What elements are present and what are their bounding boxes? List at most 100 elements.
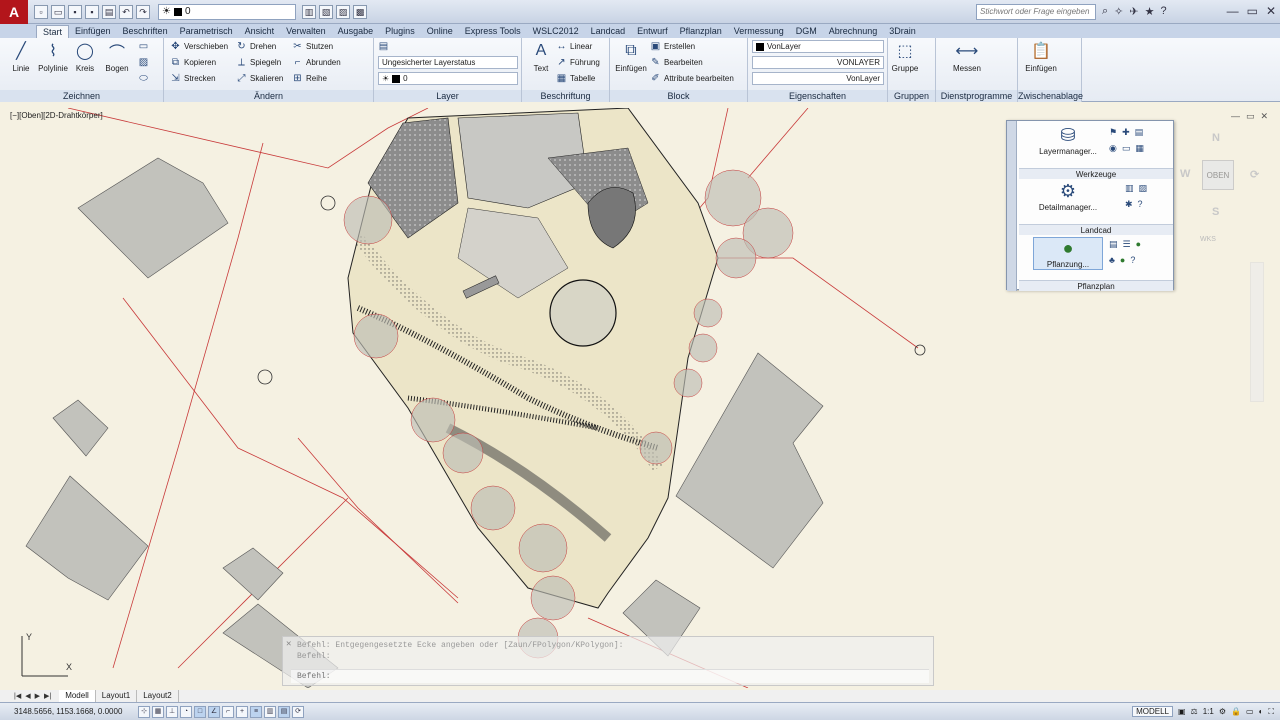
tool-icon[interactable]: ✚	[1122, 127, 1130, 138]
transparency-icon[interactable]: ▥	[264, 705, 276, 718]
tab-modell[interactable]: Modell	[59, 690, 96, 702]
command-input[interactable]: Befehl:	[291, 669, 929, 683]
tool-bearbeiten[interactable]: ✎ Bearbeiten	[650, 56, 702, 70]
viewcube-north[interactable]: N	[1212, 132, 1220, 144]
ribbon-tab[interactable]: Landcad	[585, 25, 632, 38]
tool-icon[interactable]: ▭	[1122, 143, 1131, 154]
maximize-icon[interactable]: ▭	[1247, 4, 1258, 18]
plot-icon[interactable]: ▤	[102, 4, 116, 19]
tool-strecken[interactable]: ⇲ Strecken	[170, 72, 215, 86]
tool-bogen[interactable]: ⌒ Bogen	[100, 40, 134, 73]
annotation-scale[interactable]: 1:1	[1203, 707, 1214, 716]
minimize-icon[interactable]: —	[1227, 4, 1239, 18]
viewcube-rotate-icon[interactable]: ⟳	[1250, 168, 1259, 181]
tool-spiegeln[interactable]: ⟂ Spiegeln	[236, 56, 281, 70]
close-icon[interactable]: ✕	[286, 639, 291, 649]
ortho-icon[interactable]: ⊥	[166, 705, 178, 718]
undo-icon[interactable]: ↶	[119, 4, 133, 19]
tool-text[interactable]: A Text	[524, 40, 558, 73]
tool-drehen[interactable]: ↻ Drehen	[236, 40, 276, 54]
tool-block-einfuegen[interactable]: ⧉ Einfügen	[614, 40, 648, 73]
panel-title-layer[interactable]: Layer	[374, 90, 521, 102]
layer-icon[interactable]: ▥	[302, 4, 316, 19]
close-icon[interactable]: ✕	[1260, 111, 1268, 122]
ribbon-tab[interactable]: 3Drain	[883, 25, 922, 38]
tab-layout2[interactable]: Layout2	[137, 690, 179, 702]
layer-quick-select[interactable]: ☀ 0	[158, 3, 296, 20]
tool-verschieben[interactable]: ✥ Verschieben	[170, 40, 228, 54]
selection-cycling-icon[interactable]: ⟳	[292, 705, 304, 718]
open-file-icon[interactable]: ▭	[51, 4, 65, 19]
ducs-icon[interactable]: ⌐	[222, 705, 234, 718]
panel-title-dienstprogramme[interactable]: Dienstprogramme	[936, 90, 1017, 102]
tool-icon[interactable]: ●	[1136, 239, 1141, 250]
otrack-icon[interactable]: ∠	[208, 705, 220, 718]
panel-title-eigenschaften[interactable]: Eigenschaften	[748, 90, 887, 102]
lineweight-combo[interactable]: VonLayer	[752, 72, 884, 85]
wcs-menu[interactable]: WKS	[1200, 236, 1216, 243]
match-layer-icon[interactable]: ▧	[319, 4, 333, 19]
osnap-icon[interactable]: □	[194, 705, 206, 718]
viewport-label[interactable]: [−][Oben][2D-Drahtkörper]	[10, 111, 103, 120]
quick-properties-icon[interactable]: ▤	[278, 705, 290, 718]
dyn-icon[interactable]: +	[236, 705, 248, 718]
fullscreen-icon[interactable]: ⛶	[1268, 707, 1274, 717]
tool-gruppe[interactable]: ⬚ Gruppe	[888, 40, 922, 73]
tool-icon[interactable]: ●	[1120, 255, 1125, 265]
next-layout-icon[interactable]: ▶	[35, 692, 40, 700]
tool-erstellen[interactable]: ▣ Erstellen	[650, 40, 695, 54]
tool-icon[interactable]: ◉	[1109, 143, 1117, 154]
tool-paste[interactable]: 📋 Einfügen	[1024, 40, 1058, 73]
hardware-icon[interactable]: ▭	[1246, 707, 1254, 716]
lock-icon[interactable]: 🔒	[1231, 707, 1241, 716]
ribbon-tab[interactable]: Express Tools	[459, 25, 527, 38]
layer-properties-tool[interactable]: ▤	[378, 40, 389, 54]
ribbon-tab[interactable]: Beschriften	[117, 25, 174, 38]
ribbon-tab[interactable]: Plugins	[379, 25, 421, 38]
tool-icon[interactable]: ⚑	[1109, 127, 1117, 138]
navigation-bar[interactable]	[1250, 262, 1264, 402]
viewcube-west[interactable]: W	[1180, 168, 1190, 180]
help-search-input[interactable]: Stichwort oder Frage eingeben	[976, 4, 1096, 20]
rectangle-tool[interactable]: ▭	[138, 40, 149, 54]
viewcube-top-face[interactable]: OBEN	[1202, 160, 1234, 190]
panel-title-zwischenablage[interactable]: Zwischenablage	[1018, 90, 1083, 102]
tool-stutzen[interactable]: ✂ Stutzen	[292, 40, 333, 54]
ribbon-tab[interactable]: Parametrisch	[174, 25, 239, 38]
snap-icon[interactable]: ⊹	[138, 705, 150, 718]
tool-icon[interactable]: ?	[1138, 199, 1143, 210]
tool-polylinie[interactable]: ⌇ Polylinie	[36, 40, 70, 73]
tool-linie[interactable]: ╱ Linie	[4, 40, 38, 73]
cursor-coordinates[interactable]: 3148.5656, 1153.1668, 0.0000	[0, 707, 138, 716]
ribbon-tab[interactable]: Start	[36, 25, 70, 38]
restore-icon[interactable]: ▭	[1246, 111, 1255, 122]
tool-icon[interactable]: ▨	[1139, 183, 1148, 194]
tool-icon[interactable]: ?	[1130, 255, 1135, 265]
ribbon-tab[interactable]: WSLC2012	[527, 25, 585, 38]
pflanzung-tool[interactable]: ● Pflanzung...	[1033, 237, 1103, 270]
first-layout-icon[interactable]: |◀	[14, 692, 21, 700]
help-icon[interactable]: ?	[1160, 5, 1166, 18]
palette-title-landcad[interactable]: Landcad	[1019, 224, 1173, 235]
favorites-icon[interactable]: ★	[1145, 5, 1155, 18]
layermanager-tool[interactable]: ⛁ Layermanager...	[1033, 125, 1103, 156]
ribbon-tab[interactable]: Pflanzplan	[674, 25, 728, 38]
palette-title-pflanzplan[interactable]: Pflanzplan	[1019, 280, 1173, 291]
save-icon[interactable]: ▪	[68, 4, 82, 19]
linetype-combo[interactable]: VONLAYER	[752, 56, 884, 69]
ellipse-tool[interactable]: ⬭	[138, 72, 149, 86]
ribbon-tab[interactable]: Ansicht	[239, 25, 281, 38]
prev-layout-icon[interactable]: ◀	[25, 692, 30, 700]
ribbon-tab[interactable]: Verwalten	[280, 25, 332, 38]
annotation-scale-icon[interactable]: ⚖	[1191, 707, 1198, 716]
panel-title-aendern[interactable]: Ändern	[164, 90, 373, 102]
tool-reihe[interactable]: ⊞ Reihe	[292, 72, 327, 86]
tool-icon[interactable]: ▦	[1135, 143, 1144, 154]
tool-abrunden[interactable]: ⌐ Abrunden	[292, 56, 341, 70]
palette-titlebar[interactable]	[1007, 121, 1017, 291]
tool-tabelle[interactable]: ▦ Tabelle	[556, 72, 596, 86]
model-space-toggle[interactable]: MODELL	[1132, 706, 1173, 717]
viewcube[interactable]: N OBEN W S ⟳ WKS	[1180, 130, 1270, 250]
application-menu-button[interactable]: A	[0, 0, 28, 24]
layer-state-combo[interactable]: Ungesicherter Layerstatus	[378, 56, 518, 69]
